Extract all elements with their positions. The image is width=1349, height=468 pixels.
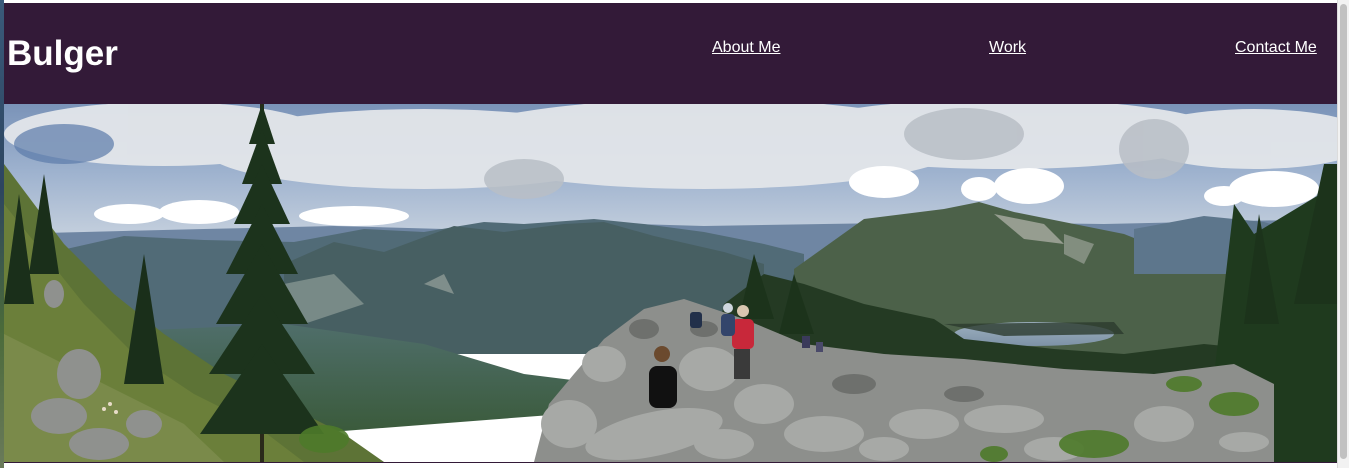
mountain-panorama-illustration [4, 104, 1337, 462]
nav-link-about-me[interactable]: About Me [712, 39, 780, 57]
scrollbar-thumb[interactable] [1340, 4, 1347, 459]
nav-link-contact-me[interactable]: Contact Me [1235, 39, 1317, 57]
content-divider [4, 462, 1337, 463]
hero-panorama-image [4, 104, 1337, 462]
site-header: Bulger About Me Work Contact Me [4, 3, 1337, 104]
site-title: Bulger [7, 34, 118, 73]
vertical-scrollbar[interactable] [1337, 0, 1349, 468]
page: Bulger About Me Work Contact Me [0, 0, 1349, 468]
nav-link-work[interactable]: Work [989, 39, 1026, 57]
